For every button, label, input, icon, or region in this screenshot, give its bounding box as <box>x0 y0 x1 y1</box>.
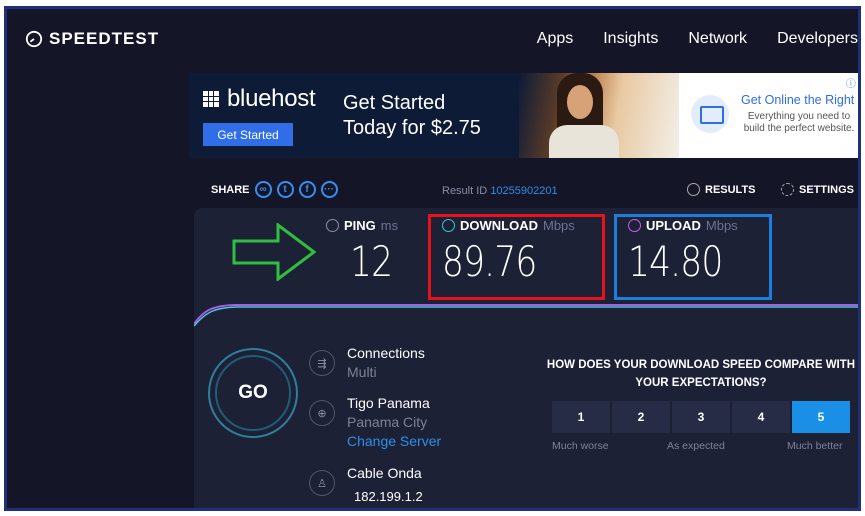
isp-name: Cable Onda <box>347 465 422 481</box>
speedtest-window: SPEEDTEST Apps Insights Network Develope… <box>4 6 861 511</box>
rating-option-5[interactable]: 5 <box>792 401 850 433</box>
rating-high-label: Much better <box>787 440 843 452</box>
ping-icon <box>326 219 339 232</box>
change-server-link[interactable]: Change Server <box>347 433 441 449</box>
rating-option-3[interactable]: 3 <box>672 401 730 433</box>
share-bar: SHARE ∞ t f ··· <box>211 181 338 198</box>
speed-graph <box>194 304 858 327</box>
bluehost-logo: bluehost <box>203 85 316 113</box>
nav-insights[interactable]: Insights <box>603 30 658 48</box>
results-button[interactable]: RESULTS <box>687 183 756 196</box>
rating-option-2[interactable]: 2 <box>612 401 670 433</box>
logo-text: SPEEDTEST <box>49 29 160 48</box>
monitor-icon <box>691 95 729 133</box>
upload-icon <box>628 219 641 232</box>
rating-option-1[interactable]: 1 <box>552 401 610 433</box>
upload-label: UPLOAD <box>646 218 701 233</box>
nav-developers[interactable]: Developers <box>777 30 858 48</box>
twitter-icon[interactable]: t <box>276 181 294 198</box>
link-icon[interactable]: ∞ <box>254 181 272 198</box>
ad-right-title: Get Online the Right Way <box>741 93 858 107</box>
download-metric: DOWNLOAD Mbps 89.76 <box>442 218 575 286</box>
download-unit: Mbps <box>543 218 575 233</box>
settings-button[interactable]: SETTINGS <box>781 183 854 196</box>
gauge-icon <box>25 30 43 48</box>
nav-apps[interactable]: Apps <box>537 30 573 48</box>
server-city: Panama City <box>347 414 428 430</box>
go-label: GO <box>238 382 268 403</box>
ad-headline: Get Started Today for $2.75 <box>343 91 481 141</box>
result-id-label: Result ID <box>442 185 488 197</box>
ping-label: PING <box>344 218 376 233</box>
connections-icon: ⇶ <box>309 350 335 376</box>
more-icon[interactable]: ··· <box>320 181 338 198</box>
green-arrow-annotation <box>232 223 316 281</box>
facebook-icon[interactable]: f <box>298 181 316 198</box>
survey-question: HOW DOES YOUR DOWNLOAD SPEED COMPARE WIT… <box>546 359 856 389</box>
ad-get-started-button[interactable]: Get Started <box>203 123 293 146</box>
result-id-value[interactable]: 10255902201 <box>490 185 557 197</box>
ad-brand: bluehost <box>227 85 316 112</box>
upload-metric: UPLOAD Mbps 14.80 <box>628 218 743 286</box>
ping-value: 12 <box>350 237 393 286</box>
rating-scale-labels: Much worse As expected Much better <box>552 440 852 454</box>
bluehost-grid-icon <box>203 91 219 107</box>
results-label: RESULTS <box>705 183 756 196</box>
rating-mid-label: As expected <box>667 440 725 452</box>
upload-value: 14.80 <box>628 237 723 286</box>
ad-choices-icon[interactable]: ⓘ ✕ <box>846 75 858 90</box>
connections-label: Connections <box>347 345 425 361</box>
server-name: Tigo Panama <box>347 395 430 411</box>
ad-headline-line1: Get Started <box>343 92 446 114</box>
globe-icon: ⊕ <box>309 400 335 426</box>
ping-unit: ms <box>380 218 399 233</box>
go-button[interactable]: GO <box>208 348 298 438</box>
ad-right-subtitle: Everything you need to build the perfect… <box>743 111 855 134</box>
gear-icon <box>781 183 794 196</box>
settings-label: SETTINGS <box>799 183 855 196</box>
rating-option-4[interactable]: 4 <box>732 401 790 433</box>
ad-photo <box>519 73 679 158</box>
ad-right-panel: Get Online the Right Way Everything you … <box>679 73 858 158</box>
top-nav: Apps Insights Network Developers <box>537 30 858 48</box>
user-icon: ♙ <box>309 470 335 496</box>
rating-scale: 1 2 3 4 5 <box>552 401 850 433</box>
check-circle-icon <box>687 183 700 196</box>
result-id: Result ID 10255902201 <box>442 185 558 197</box>
speedtest-logo[interactable]: SPEEDTEST <box>25 29 159 49</box>
ping-metric: PING ms 12 <box>326 218 401 286</box>
isp-ip: 182.199.1.2 <box>354 489 423 504</box>
download-label: DOWNLOAD <box>460 218 538 233</box>
results-panel: PING ms 12 DOWNLOAD Mbps 89.76 UPLOAD Mb… <box>194 208 858 508</box>
download-value: 89.76 <box>442 237 537 286</box>
rating-low-label: Much worse <box>552 440 609 452</box>
share-label: SHARE <box>211 183 250 196</box>
upload-unit: Mbps <box>705 218 738 233</box>
connections-value: Multi <box>347 364 377 380</box>
download-icon <box>442 219 455 232</box>
nav-network[interactable]: Network <box>688 30 747 48</box>
ad-headline-line2: Today for $2.75 <box>343 117 481 139</box>
bluehost-ad-banner[interactable]: bluehost Get Started Get Started Today f… <box>189 73 858 158</box>
